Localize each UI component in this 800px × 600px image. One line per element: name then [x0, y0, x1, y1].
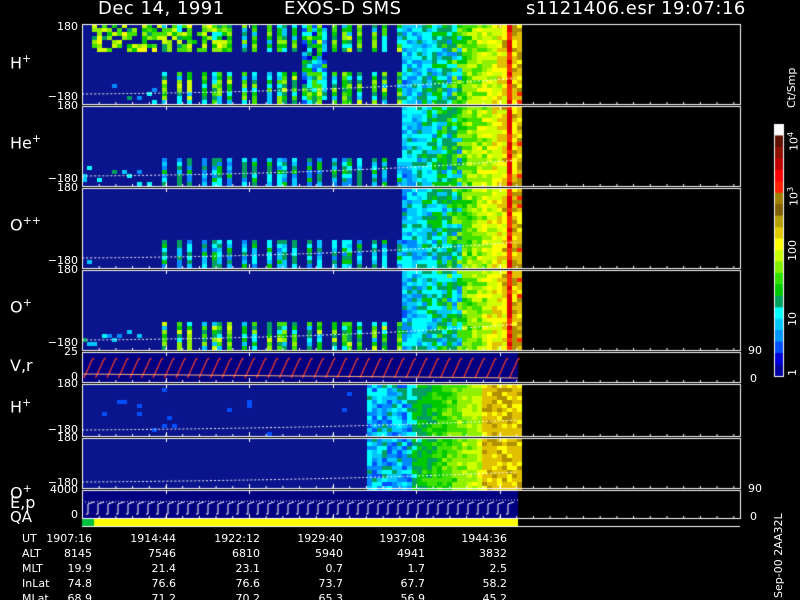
panel-label: O++: [10, 214, 41, 234]
ephemeris-cell: 4941: [397, 547, 425, 560]
ephemeris-cell: 74.8: [67, 577, 93, 590]
panel-right-top-tick: 90: [748, 344, 762, 357]
panel-top-tick: 180: [57, 377, 78, 390]
ephemeris-cell: 65.3: [318, 592, 344, 600]
ephemeris-cell: 67.7: [400, 577, 426, 590]
panel-label: He+: [10, 132, 41, 152]
spectrogram-canvas: [0, 0, 800, 600]
ephemeris-cell: 1944:36: [461, 532, 507, 545]
ephemeris-row-name: UT: [22, 532, 37, 545]
panel-bottom-tick: 0: [71, 508, 78, 521]
ephemeris-cell: 76.6: [151, 577, 177, 590]
ephemeris-cell: 8145: [64, 547, 92, 560]
panel-right-bottom-tick: 0: [750, 510, 757, 523]
ephemeris-cell: 70.2: [235, 592, 261, 600]
ephemeris-cell: 1937:08: [379, 532, 425, 545]
panel-label-text: O: [10, 215, 23, 235]
ephemeris-cell: 73.7: [318, 577, 344, 590]
panel-top-tick: 180: [57, 431, 78, 444]
panel-top-tick: 25: [64, 345, 78, 358]
colorbar-tick-text: 1: [786, 369, 799, 376]
ephemeris-cell: 0.7: [325, 562, 344, 575]
panel-right-top-tick: 90: [748, 482, 762, 495]
panel-label: H+: [10, 52, 31, 72]
panel-top-tick: 180: [57, 263, 78, 276]
panel-label-sup: +: [22, 52, 32, 65]
ephemeris-row-name: MLT: [22, 562, 43, 575]
colorbar-tick-exponent: 3: [786, 186, 795, 192]
panel-label: O+: [10, 296, 32, 316]
colorbar-tick-label: 1: [786, 369, 799, 376]
panel-label-sup: +: [31, 132, 42, 145]
colorbar-tick-text: 100: [786, 240, 799, 261]
colorbar-tick-label: 10: [786, 312, 799, 326]
ephemeris-cell: 68.9: [67, 592, 93, 600]
ephemeris-cell: 56.9: [400, 592, 426, 600]
colorbar-tick-label: 104: [786, 132, 800, 151]
ephemeris-cell: 58.2: [482, 577, 508, 590]
panel-label-text: O: [10, 297, 23, 317]
ephemeris-row-name: ALT: [22, 547, 41, 560]
header-file: s1121406.esr: [526, 0, 656, 19]
panel-top-tick: 4000: [50, 483, 78, 496]
panel-top-tick: 180: [57, 181, 78, 194]
panel-label-sup: +: [22, 396, 32, 409]
header-time: 19:07:16: [661, 0, 746, 19]
ephemeris-cell: 6810: [232, 547, 260, 560]
colorbar-tick-label: 103: [786, 187, 800, 206]
colorbar-tick-text: 10: [786, 312, 799, 326]
ephemeris-cell: 23.1: [235, 562, 261, 575]
panel-right-bottom-tick: 0: [750, 372, 757, 385]
panel-label-text: He: [10, 133, 32, 153]
ephemeris-cell: 5940: [315, 547, 343, 560]
ephemeris-cell: 21.4: [151, 562, 177, 575]
ephemeris-row-name: MLat: [22, 592, 49, 600]
colorbar-tick-text: 10: [787, 192, 800, 206]
panel-label: V,r: [10, 356, 33, 375]
colorbar-tick-exponent: 4: [786, 131, 795, 137]
ephemeris-cell: 71.2: [151, 592, 177, 600]
figure: Dec 14, 1991 EXOS-D SMS s1121406.esr 19:…: [0, 0, 800, 600]
ephemeris-cell: 2.5: [489, 562, 508, 575]
qa-label: QA: [10, 508, 33, 526]
ephemeris-cell: 3832: [479, 547, 507, 560]
panel-label: H+: [10, 396, 31, 416]
ephemeris-cell: 45.2: [482, 592, 508, 600]
panel-label-text: H: [10, 53, 23, 73]
panel-label-text: V,r: [10, 356, 33, 375]
ephemeris-cell: 1907:16: [46, 532, 92, 545]
header-date: Dec 14, 1991: [98, 0, 225, 19]
ephemeris-cell: 1.7: [407, 562, 426, 575]
ephemeris-cell: 19.9: [67, 562, 93, 575]
panel-label-text: H: [10, 397, 23, 417]
panel-label-sup: ++: [22, 214, 42, 227]
footer-note: Sep-00 2AA32L: [772, 513, 785, 598]
ephemeris-cell: 1922:12: [214, 532, 260, 545]
panel-label-sup: +: [22, 296, 32, 309]
header-instrument: EXOS-D SMS: [284, 0, 402, 19]
colorbar-tick-label: 100: [786, 240, 799, 261]
ephemeris-cell: 1914:44: [130, 532, 176, 545]
ephemeris-cell: 76.6: [235, 577, 261, 590]
colorbar-unit: Ct/Smp: [785, 67, 798, 108]
colorbar-tick-text: 10: [787, 137, 800, 151]
panel-top-tick: 180: [57, 99, 78, 112]
panel-top-tick: 180: [57, 20, 78, 33]
ephemeris-cell: 7546: [148, 547, 176, 560]
ephemeris-row-name: InLat: [22, 577, 50, 590]
ephemeris-cell: 1929:40: [297, 532, 343, 545]
